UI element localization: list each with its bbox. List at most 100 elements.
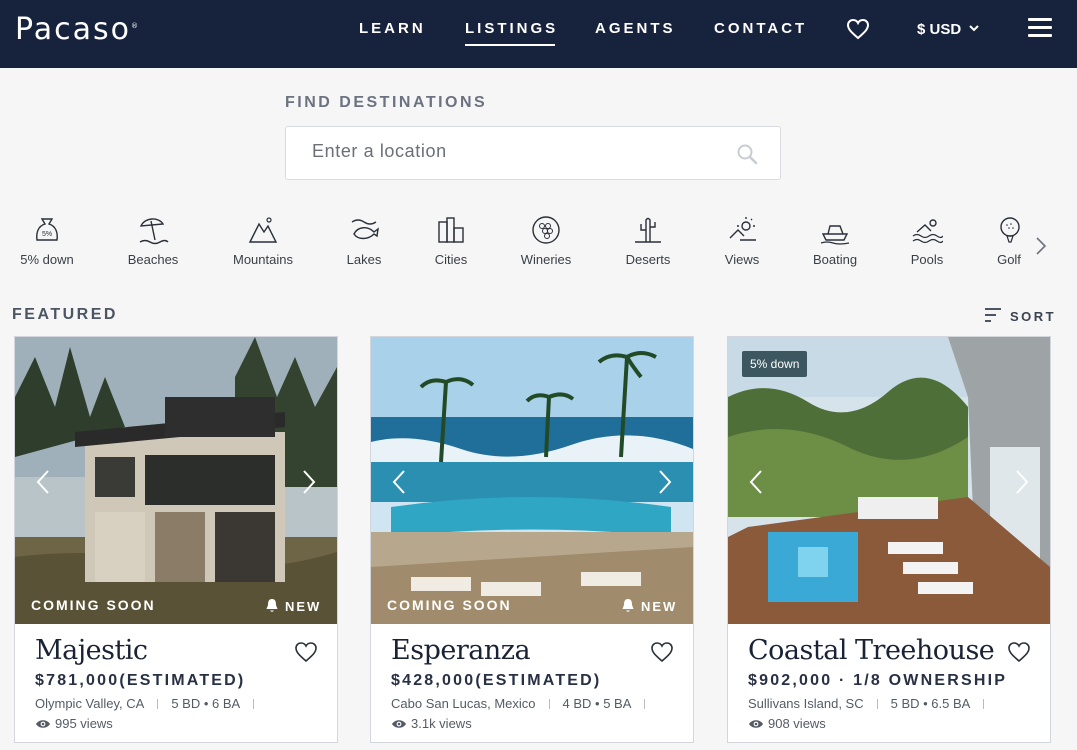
nav-link-contact[interactable]: CONTACT	[714, 20, 807, 37]
listing-beds-baths: 4 BD • 5 BA	[562, 696, 632, 711]
category-boating[interactable]: Boating	[810, 214, 860, 267]
listing-details: Olympic Valley, CA 5 BD • 6 BA	[35, 696, 267, 711]
sort-label: SORT	[1010, 309, 1057, 324]
category-golf[interactable]: Golf	[994, 214, 1024, 267]
listing-photo[interactable]: COMING SOON NEW	[371, 337, 693, 624]
search-icon[interactable]	[736, 143, 758, 165]
house-photo	[15, 337, 337, 624]
listing-details: Cabo San Lucas, Mexico 4 BD • 5 BA	[391, 696, 658, 711]
logo-text: Pacaso	[15, 12, 131, 47]
listing-beds-baths: 5 BD • 6 BA	[171, 696, 241, 711]
category-wineries[interactable]: Wineries	[518, 214, 574, 267]
price-note: · 1/8 OWNERSHIP	[832, 672, 1008, 689]
menu-icon[interactable]	[1028, 18, 1052, 38]
category-pools[interactable]: Pools	[908, 214, 946, 267]
price-value: $781,000	[35, 672, 120, 689]
listing-beds-baths: 5 BD • 6.5 BA	[890, 696, 971, 711]
carousel-next-icon[interactable]	[657, 469, 673, 495]
location-search-input[interactable]	[312, 141, 712, 162]
carousel-next-icon[interactable]	[301, 469, 317, 495]
category-cities[interactable]: Cities	[432, 214, 470, 267]
registered-mark: ®	[131, 22, 138, 30]
chevron-right-icon[interactable]	[1034, 236, 1048, 256]
category-label: Wineries	[520, 252, 572, 267]
listing-price: $428,000(ESTIMATED)	[391, 672, 601, 690]
favorite-heart-icon[interactable]	[1007, 641, 1031, 663]
logo[interactable]: Pacaso®	[15, 12, 138, 47]
featured-heading: FEATURED	[12, 306, 118, 323]
listing-price: $902,000 · 1/8 OWNERSHIP	[748, 672, 1007, 690]
category-label: Cities	[434, 252, 468, 267]
bell-icon	[266, 599, 278, 612]
views-count: 3.1k views	[411, 716, 472, 731]
category-label: Beaches	[127, 252, 179, 267]
listing-views: 908 views	[748, 716, 826, 731]
carousel-prev-icon[interactable]	[748, 469, 764, 495]
category-5-percent-down[interactable]: 5% 5% down	[17, 214, 77, 267]
category-lakes[interactable]: Lakes	[343, 214, 385, 267]
svg-text:5%: 5%	[42, 231, 52, 238]
swimmer-icon	[912, 219, 943, 244]
nav-link-learn[interactable]: LEARN	[359, 20, 426, 37]
listing-views: 3.1k views	[391, 716, 472, 731]
price-note: (ESTIMATED)	[475, 672, 602, 689]
listing-card[interactable]: 5% down Coastal Treehouse $902,000 · 1/8…	[727, 336, 1051, 743]
cactus-icon	[635, 217, 661, 243]
mountain-icon	[248, 217, 278, 243]
listing-photo[interactable]: COMING SOON NEW	[15, 337, 337, 624]
sort-icon	[985, 308, 1001, 322]
heart-icon[interactable]	[846, 18, 870, 40]
new-tag: NEW	[266, 599, 321, 614]
listing-name[interactable]: Esperanza	[391, 635, 531, 666]
category-label: Pools	[910, 252, 944, 267]
boat-icon	[820, 225, 850, 245]
category-beaches[interactable]: Beaches	[124, 214, 182, 267]
currency-selector[interactable]: $ USD	[917, 21, 961, 38]
five-percent-down-badge: 5% down	[742, 351, 808, 377]
category-label: Views	[724, 252, 760, 267]
category-label: Deserts	[625, 252, 671, 267]
category-deserts[interactable]: Deserts	[622, 214, 674, 267]
listing-price: $781,000(ESTIMATED)	[35, 672, 245, 690]
price-note: (ESTIMATED)	[119, 672, 246, 689]
carousel-next-icon[interactable]	[1014, 469, 1030, 495]
listing-details: Sullivans Island, SC 5 BD • 6.5 BA	[748, 696, 997, 711]
listing-location: Sullivans Island, SC	[748, 696, 864, 711]
favorite-heart-icon[interactable]	[650, 641, 674, 663]
grapes-icon	[532, 216, 560, 244]
category-mountains[interactable]: Mountains	[229, 214, 297, 267]
listing-card[interactable]: COMING SOON NEW Majestic $781,000(ESTIMA…	[14, 336, 338, 743]
listing-location: Olympic Valley, CA	[35, 696, 145, 711]
category-label: Boating	[812, 252, 858, 267]
sunset-icon	[729, 217, 756, 241]
new-tag: NEW	[622, 599, 677, 614]
favorite-heart-icon[interactable]	[294, 641, 318, 663]
category-label: Mountains	[233, 252, 293, 267]
carousel-prev-icon[interactable]	[35, 469, 51, 495]
bell-icon	[622, 599, 634, 612]
nav-link-agents[interactable]: AGENTS	[595, 20, 676, 37]
chevron-down-icon[interactable]	[968, 22, 980, 34]
nav-link-listings[interactable]: LISTINGS	[465, 20, 558, 46]
lake-icon	[351, 219, 379, 240]
views-count: 995 views	[55, 716, 113, 731]
top-nav: Pacaso® LEARN LISTINGS AGENTS CONTACT $ …	[0, 0, 1077, 68]
eye-icon	[749, 720, 763, 728]
listing-card[interactable]: COMING SOON NEW Esperanza $428,000(ESTIM…	[370, 336, 694, 743]
eye-icon	[392, 720, 406, 728]
listing-name[interactable]: Coastal Treehouse	[748, 635, 995, 666]
search-box	[285, 126, 781, 180]
listing-photo[interactable]: 5% down	[728, 337, 1050, 624]
listing-name[interactable]: Majestic	[35, 635, 148, 666]
treehouse-photo	[728, 337, 1050, 624]
eye-icon	[36, 720, 50, 728]
beach-umbrella-icon	[139, 218, 169, 245]
listing-views: 995 views	[35, 716, 113, 731]
coming-soon-label: COMING SOON	[31, 597, 156, 613]
city-icon	[438, 217, 464, 243]
carousel-prev-icon[interactable]	[391, 469, 407, 495]
resort-photo	[371, 337, 693, 624]
category-views[interactable]: Views	[722, 214, 762, 267]
find-destinations-label: FIND DESTINATIONS	[285, 94, 488, 111]
money-bag-icon: 5%	[36, 218, 58, 241]
